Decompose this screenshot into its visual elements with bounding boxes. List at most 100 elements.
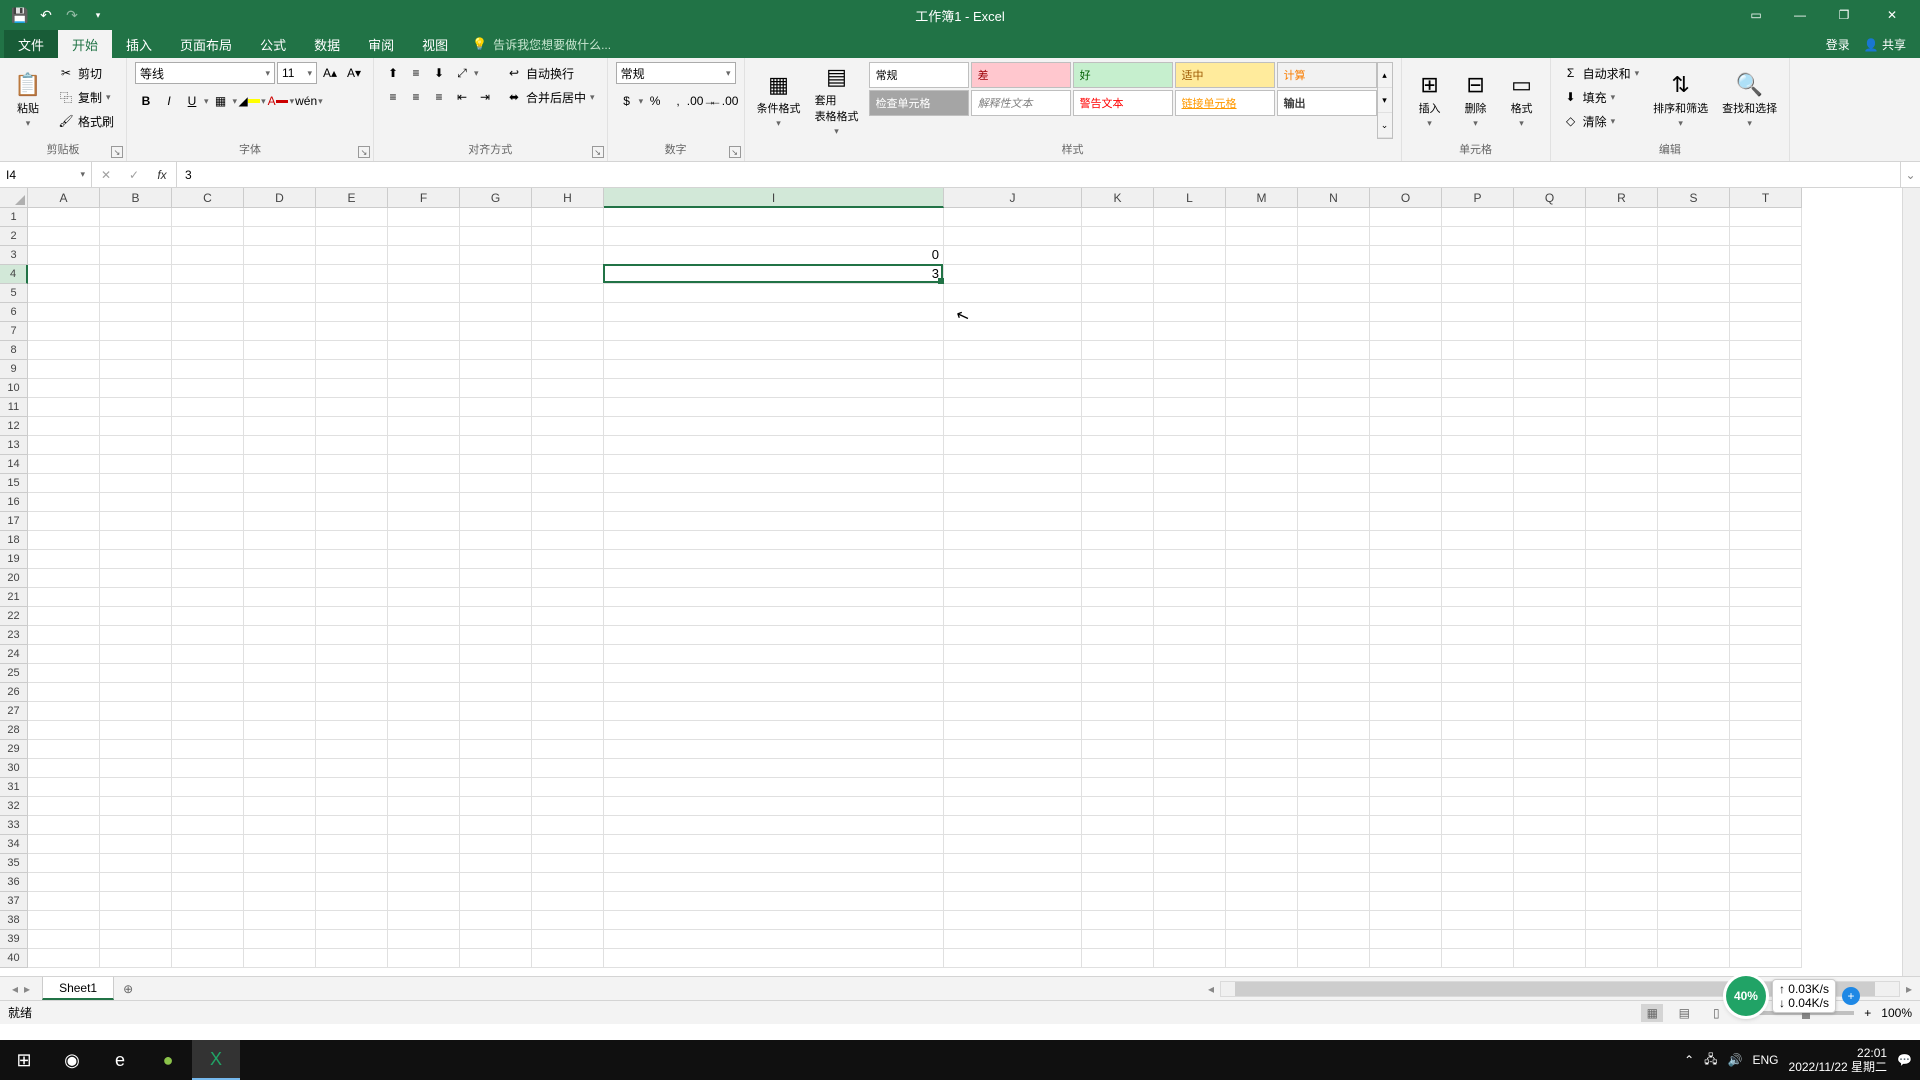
increase-font-button[interactable]: A▴ <box>319 62 341 84</box>
taskbar-app-2[interactable]: ● <box>144 1040 192 1080</box>
row-header-17[interactable]: 17 <box>0 512 28 531</box>
row-header-11[interactable]: 11 <box>0 398 28 417</box>
align-top-button[interactable]: ⬆ <box>382 62 404 84</box>
row-header-19[interactable]: 19 <box>0 550 28 569</box>
enter-formula-button[interactable]: ✓ <box>120 168 148 182</box>
redo-icon[interactable]: ↷ <box>64 7 80 23</box>
border-button[interactable]: ▦ <box>210 90 232 112</box>
row-header-25[interactable]: 25 <box>0 664 28 683</box>
row-header-10[interactable]: 10 <box>0 379 28 398</box>
font-name-selector[interactable]: 等线▾ <box>135 62 275 84</box>
insert-function-button[interactable]: fx <box>148 168 176 182</box>
row-header-30[interactable]: 30 <box>0 759 28 778</box>
share-button[interactable]: 👤 共享 <box>1864 36 1906 53</box>
row-header-1[interactable]: 1 <box>0 208 28 227</box>
col-header-C[interactable]: C <box>172 188 244 208</box>
percent-format-button[interactable]: % <box>644 90 666 112</box>
row-header-35[interactable]: 35 <box>0 854 28 873</box>
qat-more-icon[interactable]: ▾ <box>90 7 106 23</box>
tab-review[interactable]: 审阅 <box>354 30 408 58</box>
row-header-32[interactable]: 32 <box>0 797 28 816</box>
tray-clock[interactable]: 22:01 2022/11/22 星期二 <box>1789 1046 1888 1075</box>
row-header-16[interactable]: 16 <box>0 493 28 512</box>
tab-file[interactable]: 文件 <box>4 30 58 58</box>
ribbon-options-icon[interactable]: ▭ <box>1738 3 1774 27</box>
row-header-20[interactable]: 20 <box>0 569 28 588</box>
align-right-button[interactable]: ≡ <box>428 86 450 108</box>
style-neutral[interactable]: 适中 <box>1175 62 1275 88</box>
decrease-decimal-button[interactable]: ←.00 <box>713 90 735 112</box>
col-header-G[interactable]: G <box>460 188 532 208</box>
row-header-26[interactable]: 26 <box>0 683 28 702</box>
row-header-4[interactable]: 4 <box>0 265 28 284</box>
start-button[interactable]: ⊞ <box>0 1040 48 1080</box>
decrease-indent-button[interactable]: ⇤ <box>451 86 473 108</box>
row-header-40[interactable]: 40 <box>0 949 28 968</box>
row-header-2[interactable]: 2 <box>0 227 28 246</box>
taskbar-app-1[interactable]: ◉ <box>48 1040 96 1080</box>
page-break-view-button[interactable]: ▯ <box>1705 1004 1727 1022</box>
row-header-18[interactable]: 18 <box>0 531 28 550</box>
col-header-A[interactable]: A <box>28 188 100 208</box>
tab-data[interactable]: 数据 <box>300 30 354 58</box>
align-center-button[interactable]: ≡ <box>405 86 427 108</box>
vertical-scrollbar[interactable] <box>1902 188 1920 976</box>
merge-center-button[interactable]: ⬌合并后居中▾ <box>502 86 599 108</box>
accounting-format-button[interactable]: $ <box>616 90 638 112</box>
copy-button[interactable]: ⿻复制▾ <box>54 86 118 108</box>
col-header-O[interactable]: O <box>1370 188 1442 208</box>
sheet-nav-buttons[interactable]: ◂▸ <box>0 977 42 1000</box>
row-header-28[interactable]: 28 <box>0 721 28 740</box>
undo-icon[interactable]: ↶ <box>38 7 54 23</box>
row-header-9[interactable]: 9 <box>0 360 28 379</box>
col-header-B[interactable]: B <box>100 188 172 208</box>
decrease-font-button[interactable]: A▾ <box>343 62 365 84</box>
select-all-button[interactable] <box>0 188 28 208</box>
taskbar-edge[interactable]: e <box>96 1040 144 1080</box>
row-header-38[interactable]: 38 <box>0 911 28 930</box>
alignment-dialog-launcher[interactable]: ↘ <box>592 146 604 158</box>
horizontal-scrollbar[interactable]: ◂ ▸ <box>142 977 1920 1000</box>
col-header-Q[interactable]: Q <box>1514 188 1586 208</box>
col-header-P[interactable]: P <box>1442 188 1514 208</box>
row-header-13[interactable]: 13 <box>0 436 28 455</box>
row-header-36[interactable]: 36 <box>0 873 28 892</box>
row-header-6[interactable]: 6 <box>0 303 28 322</box>
col-header-L[interactable]: L <box>1154 188 1226 208</box>
increase-indent-button[interactable]: ⇥ <box>474 86 496 108</box>
fill-color-button[interactable]: ◢ <box>238 90 260 112</box>
row-header-3[interactable]: 3 <box>0 246 28 265</box>
style-calc[interactable]: 计算 <box>1277 62 1377 88</box>
style-bad[interactable]: 差 <box>971 62 1071 88</box>
col-header-J[interactable]: J <box>944 188 1082 208</box>
new-sheet-button[interactable]: ⊕ <box>114 977 142 1000</box>
tray-ime[interactable]: ENG <box>1753 1053 1779 1067</box>
align-middle-button[interactable]: ≡ <box>405 62 427 84</box>
autosum-button[interactable]: Σ自动求和▾ <box>1559 62 1644 84</box>
style-explanatory[interactable]: 解释性文本 <box>971 90 1071 116</box>
bold-button[interactable]: B <box>135 90 157 112</box>
row-header-39[interactable]: 39 <box>0 930 28 949</box>
cancel-formula-button[interactable]: ✕ <box>92 168 120 182</box>
col-header-N[interactable]: N <box>1298 188 1370 208</box>
style-warning[interactable]: 警告文本 <box>1073 90 1173 116</box>
sheet-tab-sheet1[interactable]: Sheet1 <box>42 977 114 1000</box>
col-header-T[interactable]: T <box>1730 188 1802 208</box>
row-header-21[interactable]: 21 <box>0 588 28 607</box>
row-header-24[interactable]: 24 <box>0 645 28 664</box>
tray-notifications-icon[interactable]: 💬 <box>1897 1053 1912 1067</box>
normal-view-button[interactable]: ▦ <box>1641 1004 1663 1022</box>
row-header-8[interactable]: 8 <box>0 341 28 360</box>
col-header-K[interactable]: K <box>1082 188 1154 208</box>
tab-home[interactable]: 开始 <box>58 30 112 58</box>
row-header-29[interactable]: 29 <box>0 740 28 759</box>
style-check[interactable]: 检查单元格 <box>869 90 969 116</box>
clipboard-dialog-launcher[interactable]: ↘ <box>111 146 123 158</box>
style-output[interactable]: 输出 <box>1277 90 1377 116</box>
format-painter-button[interactable]: 🖌格式刷 <box>54 110 118 132</box>
row-header-7[interactable]: 7 <box>0 322 28 341</box>
insert-cells-button[interactable]: ⊞插入▾ <box>1410 62 1450 139</box>
minimize-button[interactable]: — <box>1782 3 1818 27</box>
orientation-button[interactable]: ⤢ <box>451 62 473 84</box>
style-link[interactable]: 链接单元格 <box>1175 90 1275 116</box>
